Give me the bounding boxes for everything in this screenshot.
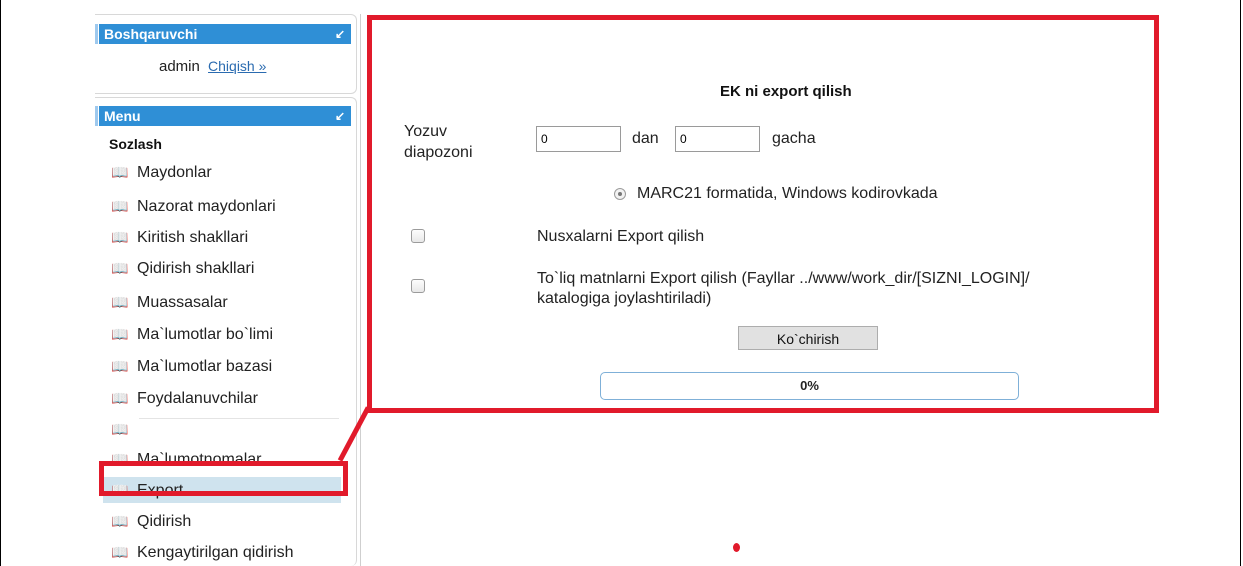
menu-item-label: Nazorat maydonlari bbox=[137, 198, 276, 215]
menu-item-kiritish-shakllari[interactable]: 📖 Kiritish shakllari bbox=[111, 224, 248, 250]
menu-item-label: Qidirish bbox=[137, 513, 192, 530]
book-icon: 📖 bbox=[111, 260, 129, 276]
admin-panel-title: Boshqaruvchi bbox=[104, 26, 198, 42]
book-icon: 📖 bbox=[111, 421, 129, 437]
menu-item-qidirish-shakllari[interactable]: 📖 Qidirish shakllari bbox=[111, 255, 254, 281]
menu-item-qidirish[interactable]: 📖 Qidirish bbox=[111, 508, 191, 534]
menu-item-label: Foydalanuvchilar bbox=[137, 390, 258, 407]
menu-item-label: Muassasalar bbox=[137, 294, 228, 311]
book-icon: 📖 bbox=[111, 164, 129, 180]
collapse-icon[interactable]: ↙ bbox=[335, 24, 345, 44]
book-icon: 📖 bbox=[111, 229, 129, 245]
book-icon: 📖 bbox=[111, 294, 129, 310]
menu-item-malumotlar-bolimi[interactable]: 📖 Ma`lumotlar bo`limi bbox=[111, 321, 273, 347]
highlight-frame-export-item bbox=[99, 461, 348, 496]
menu-item-label: Maydonlar bbox=[137, 164, 212, 181]
menu-item-label: Kengaytirilgan qidirish bbox=[137, 544, 294, 561]
content-divider bbox=[360, 14, 361, 566]
menu-panel-header: Menu ↙ bbox=[95, 106, 351, 126]
menu-item-nazorat-maydonlari[interactable]: 📖 Nazorat maydonlari bbox=[111, 193, 276, 219]
header-edge bbox=[95, 24, 98, 44]
menu-separator bbox=[139, 418, 339, 419]
menu-item-foydalanuvchilar[interactable]: 📖 Foydalanuvchilar bbox=[111, 385, 258, 411]
book-icon: 📖 bbox=[111, 390, 129, 406]
menu-item-malumotlar-bazasi[interactable]: 📖 Ma`lumotlar bazasi bbox=[111, 353, 272, 379]
collapse-icon[interactable]: ↙ bbox=[335, 106, 345, 126]
book-icon: 📖 bbox=[111, 358, 129, 374]
menu-item-label: Ma`lumotlar bazasi bbox=[137, 358, 273, 375]
menu-item-maydonlar[interactable]: 📖 Maydonlar bbox=[111, 159, 212, 185]
username: admin bbox=[159, 58, 200, 75]
menu-item-label: Qidirish shakllari bbox=[137, 260, 255, 277]
book-icon: 📖 bbox=[111, 326, 129, 342]
book-icon: 📖 bbox=[111, 198, 129, 214]
header-edge bbox=[95, 106, 98, 126]
logout-link[interactable]: Chiqish » bbox=[208, 58, 266, 74]
menu-item-label: Kiritish shakllari bbox=[137, 229, 249, 246]
highlight-frame-form bbox=[367, 15, 1159, 413]
section-title: Sozlash bbox=[109, 136, 162, 152]
admin-panel-header: Boshqaruvchi ↙ bbox=[95, 24, 351, 44]
book-icon: 📖 bbox=[111, 544, 129, 560]
menu-item-kengaytirilgan-qidirish[interactable]: 📖 Kengaytirilgan qidirish bbox=[111, 539, 294, 565]
menu-panel-title: Menu bbox=[104, 108, 141, 124]
menu-item-empty[interactable]: 📖 bbox=[111, 416, 137, 442]
user-row: admin Chiqish » bbox=[159, 58, 266, 75]
menu-item-muassasalar[interactable]: 📖 Muassasalar bbox=[111, 289, 228, 315]
red-dot-marker bbox=[733, 543, 740, 552]
menu-item-label: Ma`lumotlar bo`limi bbox=[137, 326, 274, 343]
book-icon: 📖 bbox=[111, 513, 129, 529]
